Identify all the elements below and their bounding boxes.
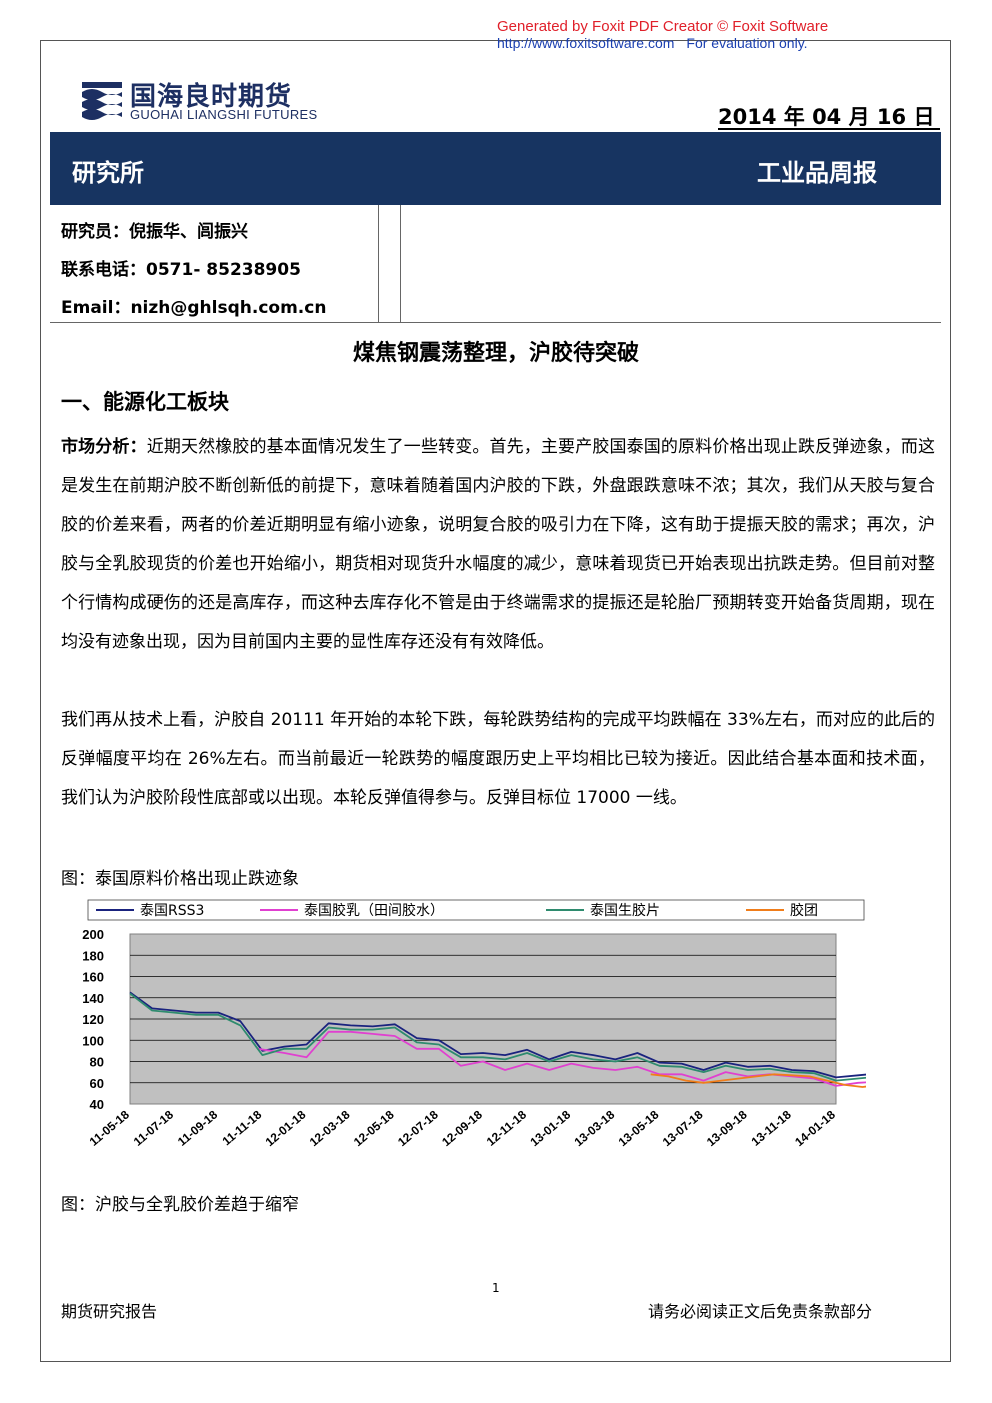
date-underline: [718, 128, 940, 130]
wave-logo-icon: [78, 74, 126, 122]
watermark: Generated by Foxit PDF Creator © Foxit S…: [497, 18, 828, 52]
report-date: 2014 年 04 月 16 日: [718, 105, 935, 129]
market-analysis-paragraph: 市场分析：近期天然橡胶的基本面情况发生了一些转变。首先，主要产胶国泰国的原料价格…: [61, 428, 935, 662]
footer-disclaimer: 请务必阅读正文后免责条款部分: [648, 1302, 873, 1321]
footer-left: 期货研究报告: [61, 1302, 158, 1321]
page-number: 1: [492, 1281, 500, 1295]
banner-department: 研究所: [72, 159, 144, 187]
y-tick-label: 140: [82, 991, 104, 1006]
watermark-line1: Generated by Foxit PDF Creator © Foxit S…: [497, 18, 829, 35]
technical-analysis-paragraph: 我们再从技术上看，沪胶自 20111 年开始的本轮下跌，每轮跌势结构的完成平均跌…: [61, 710, 935, 808]
y-tick-label: 40: [90, 1097, 104, 1112]
contact-info: 研究员：倪振华、闾振兴 联系电话：0571- 85238905 Email：ni…: [50, 205, 401, 322]
figure-caption-2: 图：沪胶与全乳胶价差趋于缩窄: [61, 1195, 299, 1215]
watermark-url[interactable]: http://www.foxitsoftware.com: [497, 35, 674, 51]
y-tick-label: 80: [90, 1055, 104, 1070]
y-tick-label: 60: [90, 1076, 104, 1091]
watermark-note: For evaluation only.: [686, 35, 808, 51]
researcher-names: 研究员：倪振华、闾振兴: [61, 222, 248, 242]
thai-rubber-price-chart: 泰国RSS3 泰国胶乳（田间胶水） 泰国生胶片 胶团 200 180 160 140 120 1…: [60, 898, 866, 1188]
header-banner: 研究所 工业品周报: [50, 132, 941, 205]
y-tick-label: 120: [82, 1012, 104, 1027]
chart-legend: 泰国RSS3 泰国胶乳（田间胶水） 泰国生胶片 胶团: [87, 899, 865, 921]
contact-email[interactable]: Email：nizh@ghlsqh.com.cn: [61, 293, 326, 318]
y-tick-label: 100: [82, 1033, 104, 1048]
section-heading: 一、能源化工板块: [61, 390, 229, 414]
y-tick-label: 160: [82, 970, 104, 985]
contact-phone: 联系电话：0571- 85238905: [61, 260, 301, 280]
market-analysis-label: 市场分析：: [61, 437, 147, 457]
watermark-line2: http://www.foxitsoftware.com For evaluati…: [497, 35, 828, 52]
market-analysis-text: 近期天然橡胶的基本面情况发生了一些转变。首先，主要产胶国泰国的原料价格出现止跌反…: [61, 437, 936, 652]
info-divider: [378, 205, 379, 322]
y-tick-label: 180: [82, 948, 104, 963]
report-title: 煤焦钢震荡整理，沪胶待突破: [352, 341, 639, 366]
legend-label: 泰国生胶片: [590, 902, 660, 919]
y-tick-label: 200: [82, 927, 104, 942]
banner-report-type: 工业品周报: [757, 159, 877, 187]
legend-label: 泰国胶乳（田间胶水）: [304, 902, 444, 919]
logo-text-en: GUOHAI LIANGSHI FUTURES: [130, 107, 318, 122]
figure-caption-1: 图：泰国原料价格出现止跌迹象: [61, 869, 299, 889]
legend-label: 胶团: [790, 902, 818, 919]
company-logo: 国海良时期货 GUOHAI LIANGSHI FUTURES: [78, 74, 378, 124]
legend-label: 泰国RSS3: [140, 903, 204, 919]
info-bottom-rule: [50, 322, 941, 323]
